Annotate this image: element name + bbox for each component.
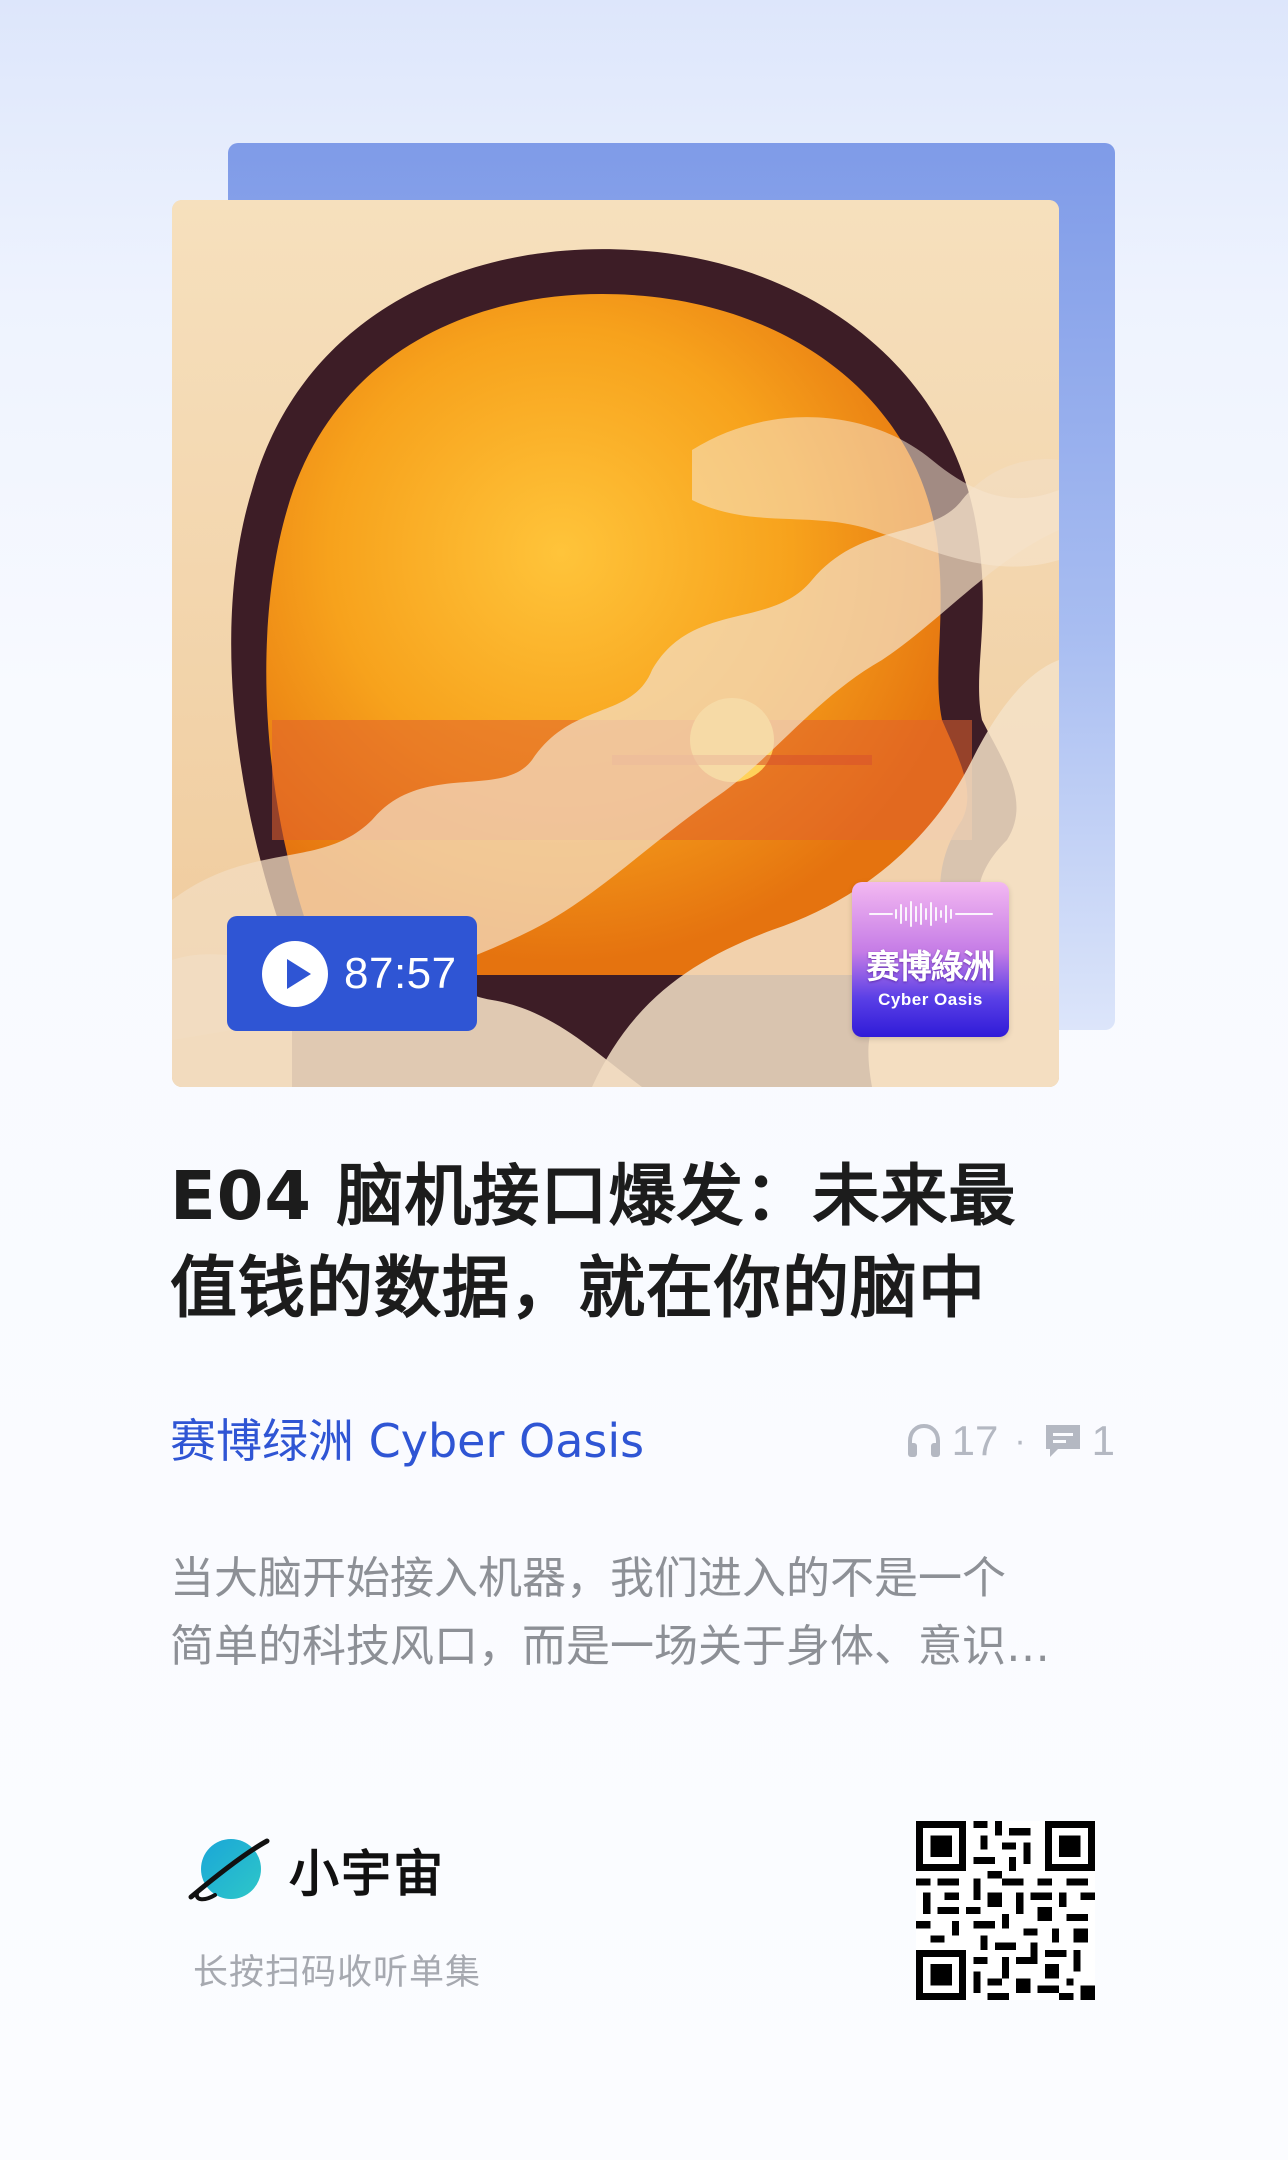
episode-title-line-1: E04 脑机接口爆发：未来最 — [170, 1157, 1017, 1235]
qr-code[interactable] — [916, 1821, 1095, 2000]
episode-description: 当大脑开始接入机器，我们进入的不是一个 简单的科技风口，而是一场关于身体、意识… — [170, 1545, 1115, 1681]
soundwave-icon — [869, 901, 993, 927]
badge-title-cn: 赛博綠洲 — [866, 947, 996, 986]
planet-logo-icon — [188, 1838, 270, 1902]
listen-count: 17 — [951, 1417, 999, 1464]
podcast-name-link[interactable]: 赛博绿洲 Cyber Oasis — [170, 1408, 644, 1474]
episode-duration: 87:57 — [344, 948, 457, 998]
episode-meta-row: 赛博绿洲 Cyber Oasis 17 · 1 — [170, 1408, 1115, 1474]
brand-logo: 小宇宙 — [185, 1833, 445, 1907]
play-button[interactable]: 87:57 — [227, 916, 477, 1031]
headphones-icon — [907, 1423, 940, 1457]
description-line-1: 当大脑开始接入机器，我们进入的不是一个 — [170, 1553, 1006, 1604]
episode-title: E04 脑机接口爆发：未来最 值钱的数据，就在你的脑中 — [170, 1150, 1070, 1334]
scan-hint: 长按扫码收听单集 — [193, 1953, 482, 1993]
episode-title-line-2: 值钱的数据，就在你的脑中 — [170, 1249, 986, 1327]
badge-title-en: Cyber Oasis — [878, 990, 983, 1009]
description-line-2: 简单的科技风口，而是一场关于身体、意识… — [170, 1621, 1050, 1672]
brand-name: 小宇宙 — [289, 1845, 445, 1903]
podcast-cover-badge: 赛博綠洲 Cyber Oasis — [852, 882, 1009, 1037]
comment-count: 1 — [1091, 1417, 1115, 1464]
play-icon — [262, 940, 328, 1007]
comment-icon — [1045, 1425, 1080, 1457]
episode-stats: 17 · 1 — [904, 1408, 1115, 1474]
stats-separator: · — [1014, 1421, 1026, 1460]
